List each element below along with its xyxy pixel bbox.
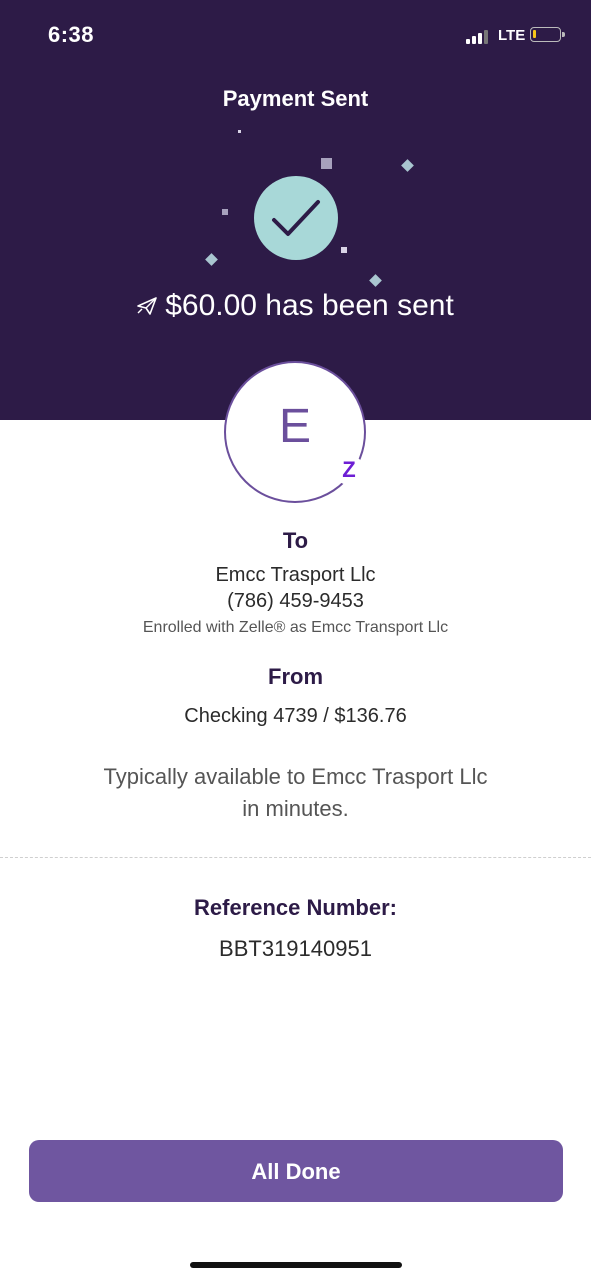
recipient-name: Emcc Trasport Llc <box>215 564 376 586</box>
divider <box>0 857 591 858</box>
cellular-signal-icon <box>466 28 492 44</box>
confetti-square <box>222 209 228 215</box>
availability-line-2: in minutes. <box>242 796 349 821</box>
confetti-diamond <box>401 159 414 172</box>
reference-label: Reference Number: <box>194 895 397 920</box>
from-label: From <box>268 664 323 689</box>
from-account: Checking 4739 / $136.76 <box>184 705 407 727</box>
enrolled-text: Enrolled with Zelle® as Emcc Transport L… <box>142 619 449 636</box>
paper-plane-icon <box>137 289 158 323</box>
status-bar: 6:38 LTE <box>0 0 591 70</box>
to-label: To <box>282 528 309 553</box>
amount-sent-text: $60.00 has been sent <box>165 289 454 323</box>
battery-icon <box>530 27 565 42</box>
check-icon <box>254 176 338 260</box>
confetti-dot <box>238 130 241 133</box>
page-title: Payment Sent <box>222 86 369 111</box>
amount-sent-message: $60.00 has been sent <box>0 288 591 323</box>
reference-number: BBT319140951 <box>219 936 372 961</box>
recipient-phone: (786) 459-9453 <box>227 590 364 612</box>
home-indicator[interactable] <box>190 1262 402 1268</box>
confetti-diamond <box>369 274 382 287</box>
confetti-dot <box>341 247 347 253</box>
network-type: LTE <box>498 27 526 44</box>
confetti-square <box>321 158 332 169</box>
zelle-icon: Z <box>334 455 364 485</box>
confetti-diamond <box>205 253 218 266</box>
avatar: E Z <box>224 361 366 503</box>
status-time: 6:38 <box>48 22 95 47</box>
payment-header: 6:38 LTE Payment Sent $60.00 has been se… <box>0 0 591 420</box>
avatar-letter: E <box>278 400 311 453</box>
availability-line-1: Typically available to Emcc Trasport Llc <box>103 764 488 789</box>
all-done-button[interactable]: All Done <box>29 1140 563 1202</box>
battery-level <box>533 30 536 38</box>
